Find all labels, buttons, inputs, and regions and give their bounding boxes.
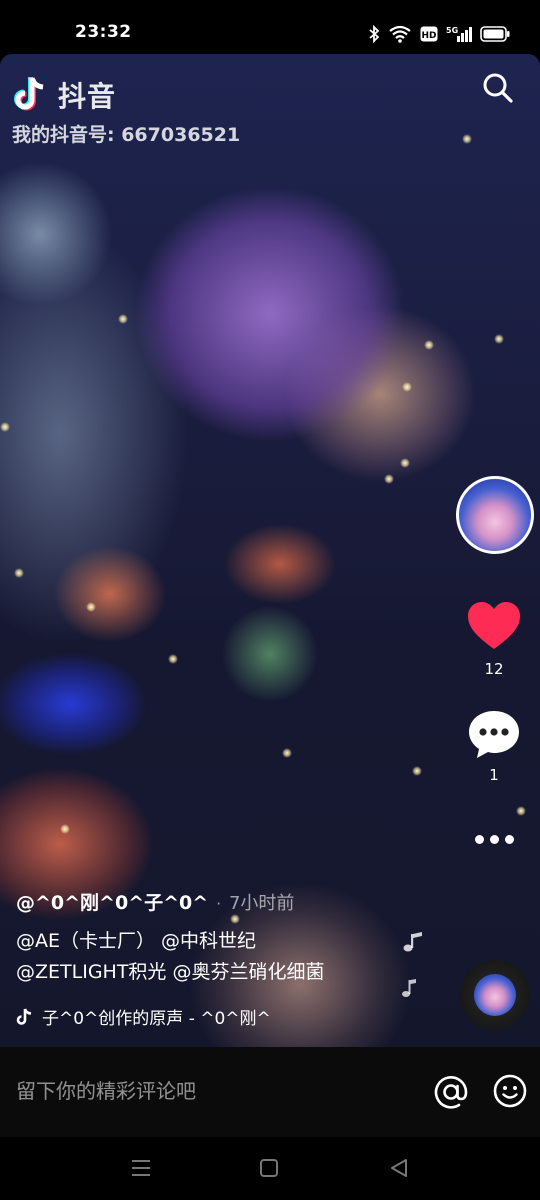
music-info[interactable]: 子^0^创作的原声 - ^0^刚^ [16, 1004, 271, 1029]
author-avatar[interactable] [456, 476, 534, 554]
system-nav-bar [0, 1137, 540, 1200]
like-button[interactable] [466, 598, 522, 654]
sparkle [118, 314, 128, 324]
author-name[interactable]: @^0^刚^0^子^0^ [16, 888, 208, 915]
post-time: 7小时前 [228, 893, 295, 914]
sparkle [60, 824, 70, 834]
comment-count: 1 [489, 766, 499, 784]
sparkle [400, 458, 410, 468]
more-options-button[interactable] [470, 826, 518, 852]
status-time: 23:32 [75, 22, 132, 42]
comment-bubble-icon [469, 711, 519, 758]
music-disc[interactable] [460, 960, 530, 1030]
sparkle [282, 748, 292, 758]
more-dot-icon [489, 834, 499, 844]
comment-input[interactable] [16, 1079, 396, 1103]
douyin-watermark: 抖音 [10, 72, 116, 118]
5g-signal-icon: 5G [446, 25, 472, 43]
status-bar: 23:32 HD 5G [0, 0, 540, 54]
separator-dot: · [216, 895, 221, 913]
sparkle [412, 766, 422, 776]
battery-icon [480, 26, 510, 42]
back-button[interactable] [384, 1155, 414, 1181]
more-dot-icon [474, 834, 484, 844]
caption-line[interactable]: @ZETLIGHT积光 @奥芬兰硝化细菌 [16, 957, 416, 988]
status-icons: HD 5G [368, 22, 510, 46]
sparkle [494, 334, 504, 344]
wifi-icon [388, 25, 412, 43]
comment-button[interactable] [466, 706, 522, 762]
search-icon [483, 73, 513, 103]
comment-bar [0, 1047, 540, 1137]
sparkle [516, 806, 526, 816]
square-icon [260, 1159, 278, 1177]
hd-icon: HD [420, 26, 438, 42]
music-notes-icon [402, 932, 448, 997]
bluetooth-icon [368, 25, 380, 43]
music-disc-cover [474, 974, 516, 1016]
at-sign-icon [434, 1076, 468, 1109]
sparkle [0, 422, 10, 432]
sparkle [230, 914, 240, 924]
floating-music-notes [398, 930, 448, 1010]
sparkle [462, 134, 472, 144]
emoji-button[interactable] [492, 1073, 528, 1109]
sparkle [14, 568, 24, 578]
brand-name: 抖音 [58, 80, 117, 113]
music-note-icon [16, 1008, 32, 1025]
menu-icon [132, 1160, 150, 1176]
recent-apps-button[interactable] [126, 1155, 156, 1181]
like-count: 12 [484, 660, 504, 678]
post-caption: @AE（卡士厂） @中科世纪 @ZETLIGHT积光 @奥芬兰硝化细菌 [16, 926, 416, 988]
search-button[interactable] [478, 68, 518, 108]
douyin-id: 我的抖音号: 667036521 [12, 124, 241, 146]
more-dot-icon [504, 834, 514, 844]
douyin-logo-icon [10, 72, 52, 118]
sparkle [168, 654, 178, 664]
sparkle [424, 340, 434, 350]
caption-line[interactable]: @AE（卡士厂） @中科世纪 [16, 926, 416, 957]
back-triangle-icon [391, 1159, 407, 1177]
sparkle [86, 602, 96, 612]
mention-button[interactable] [432, 1073, 470, 1111]
sparkle [384, 474, 394, 484]
home-button[interactable] [254, 1155, 284, 1181]
hd-label: HD [421, 31, 436, 41]
heart-icon [468, 602, 520, 649]
sparkle [402, 382, 412, 392]
music-title: 子^0^创作的原声 - ^0^刚^ [42, 1009, 271, 1029]
smiley-icon [493, 1074, 527, 1108]
network-label: 5G [446, 26, 458, 35]
author-line: @^0^刚^0^子^0^ · 7小时前 [16, 888, 294, 915]
